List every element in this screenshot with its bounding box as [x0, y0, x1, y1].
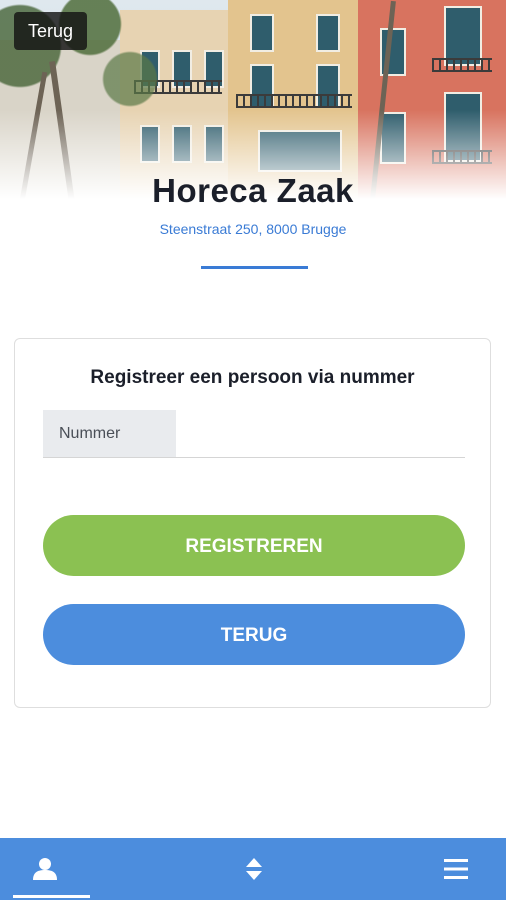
title-divider — [201, 266, 308, 269]
nav-item-sort[interactable] — [224, 838, 284, 900]
card-title: Registreer een persoon via nummer — [90, 367, 415, 388]
back-card-button[interactable]: TERUG — [43, 604, 465, 665]
menu-icon — [444, 859, 468, 879]
back-button[interactable]: Terug — [14, 12, 88, 50]
bottom-navigation — [0, 838, 506, 900]
page: Terug Horeca Zaak Steenstraat 250, 8000 … — [0, 0, 506, 900]
user-icon — [33, 858, 57, 880]
nav-item-menu[interactable] — [426, 838, 486, 900]
register-button[interactable]: REGISTREREN — [43, 515, 465, 576]
number-input[interactable] — [176, 410, 465, 457]
number-input-label: Nummer — [43, 410, 176, 457]
nav-item-user[interactable] — [0, 838, 90, 900]
sort-icon — [246, 858, 262, 880]
nav-active-indicator — [13, 895, 90, 898]
register-card: Registreer een persoon via nummer Nummer… — [14, 338, 491, 708]
page-title: Horeca Zaak — [152, 172, 354, 209]
address-text: Steenstraat 250, 8000 Brugge — [159, 221, 347, 237]
number-input-group: Nummer — [43, 410, 465, 458]
